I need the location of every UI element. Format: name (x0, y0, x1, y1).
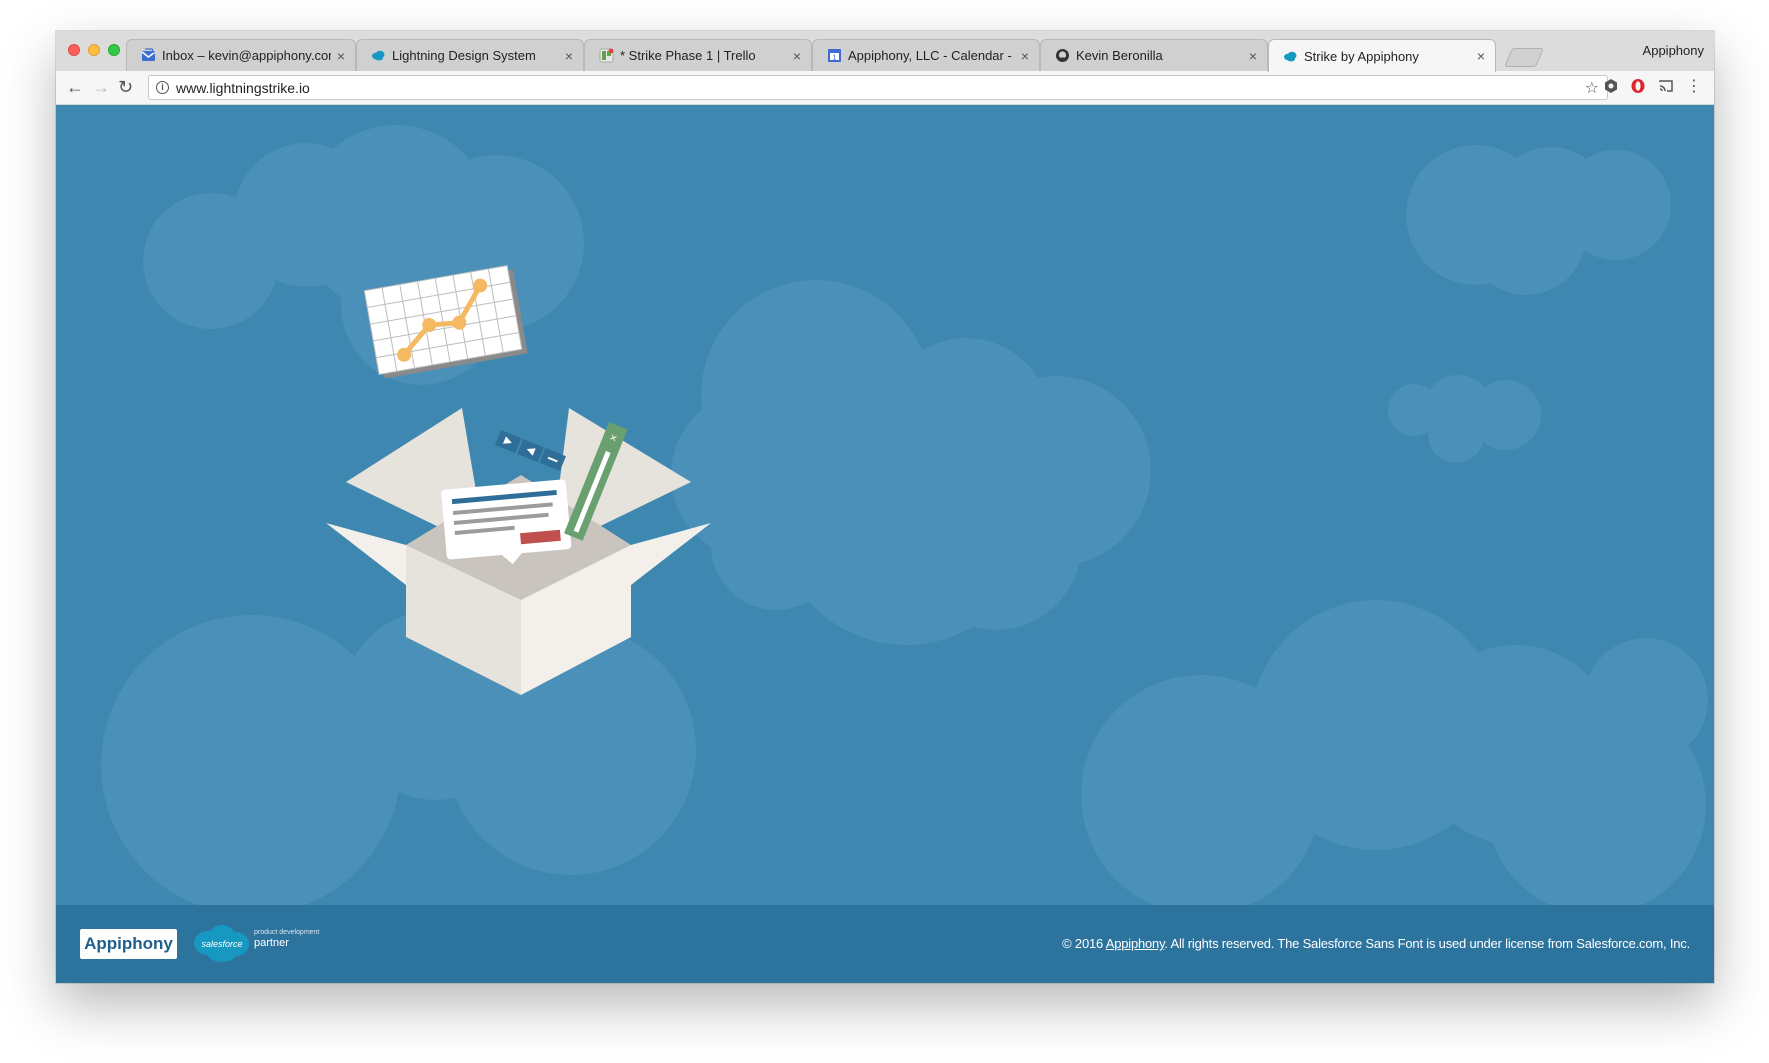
appiphony-logo[interactable]: Appiphony (80, 929, 177, 959)
tab-title: * Strike Phase 1 | Trello (620, 48, 756, 63)
close-tab-icon[interactable]: × (565, 48, 573, 64)
tab-title: Appiphony, LLC - Calendar - W (848, 48, 1015, 63)
extension-hexagon-icon[interactable] (1603, 78, 1619, 94)
reload-icon[interactable]: ↻ (118, 77, 133, 97)
cast-icon[interactable] (1658, 78, 1674, 94)
url-text[interactable]: www.lightningstrike.io (176, 80, 310, 96)
info-icon[interactable]: i (156, 81, 169, 94)
salesforce-cloud-icon (1283, 49, 1298, 64)
media-controls-illustration (495, 430, 566, 472)
tab-title: Lightning Design System (392, 48, 536, 63)
forward-icon[interactable]: → (92, 77, 110, 97)
tab-lightning-design-system[interactable]: Lightning Design System × (356, 39, 584, 71)
close-tab-icon[interactable]: × (1477, 48, 1485, 64)
zoom-window-button[interactable] (108, 44, 120, 56)
copyright-prefix: © 2016 (1062, 936, 1106, 951)
page-content: × Appiphony salesforce product developme… (56, 105, 1714, 983)
salesforce-cloud-icon (371, 48, 386, 63)
page-footer: Appiphony salesforce product development… (56, 905, 1714, 983)
bookmark-star-icon[interactable]: ☆ (1585, 78, 1599, 98)
salesforce-logo: salesforce (194, 925, 249, 962)
tab-github[interactable]: Kevin Beronilla × (1040, 39, 1268, 71)
inbox-icon (141, 48, 156, 63)
salesforce-logo-text: salesforce (201, 939, 242, 949)
svg-text:1: 1 (833, 55, 837, 62)
tab-title: Inbox – kevin@appiphony.com (162, 48, 331, 63)
trello-icon (599, 48, 614, 63)
tab-strip: Inbox – kevin@appiphony.com × Lightning … (56, 31, 1714, 72)
copyright-text: © 2016 Appiphony. All rights reserved. T… (1062, 936, 1690, 951)
close-tab-icon[interactable]: × (337, 48, 345, 64)
profile-name[interactable]: Appiphony (1643, 43, 1704, 58)
new-tab-button[interactable] (1504, 48, 1544, 67)
tab-inbox[interactable]: Inbox – kevin@appiphony.com × (126, 39, 356, 71)
toolbar: ← → ↻ i www.lightningstrike.io ☆ ⋮ (56, 71, 1714, 105)
chart-card-illustration (363, 265, 528, 379)
close-window-button[interactable] (68, 44, 80, 56)
github-icon (1055, 48, 1070, 63)
close-tab-icon[interactable]: × (793, 48, 801, 64)
tab-calendar[interactable]: 1 Appiphony, LLC - Calendar - W × (812, 39, 1040, 71)
tab-title: Kevin Beronilla (1076, 48, 1163, 63)
copyright-suffix: . All rights reserved. The Salesforce Sa… (1164, 936, 1690, 951)
address-bar[interactable]: i www.lightningstrike.io ☆ (148, 75, 1608, 100)
back-icon[interactable]: ← (66, 77, 84, 97)
close-tab-icon[interactable]: × (1249, 48, 1257, 64)
calendar-icon: 1 (827, 48, 842, 63)
minimize-window-button[interactable] (88, 44, 100, 56)
partner-label: partner (254, 937, 289, 949)
box-illustration: × (326, 265, 711, 695)
appiphony-link[interactable]: Appiphony (1106, 936, 1165, 951)
close-tab-icon[interactable]: × (1021, 48, 1029, 64)
opera-icon[interactable] (1630, 78, 1646, 94)
tab-trello[interactable]: * Strike Phase 1 | Trello × (584, 39, 812, 71)
browser-window: Inbox – kevin@appiphony.com × Lightning … (56, 31, 1714, 983)
tab-title: Strike by Appiphony (1304, 48, 1419, 64)
tab-strike-by-appiphony[interactable]: Strike by Appiphony × (1268, 39, 1496, 72)
background-clouds (101, 125, 1708, 915)
partner-subtitle: product development (254, 929, 320, 936)
menu-icon[interactable]: ⋮ (1686, 77, 1702, 97)
